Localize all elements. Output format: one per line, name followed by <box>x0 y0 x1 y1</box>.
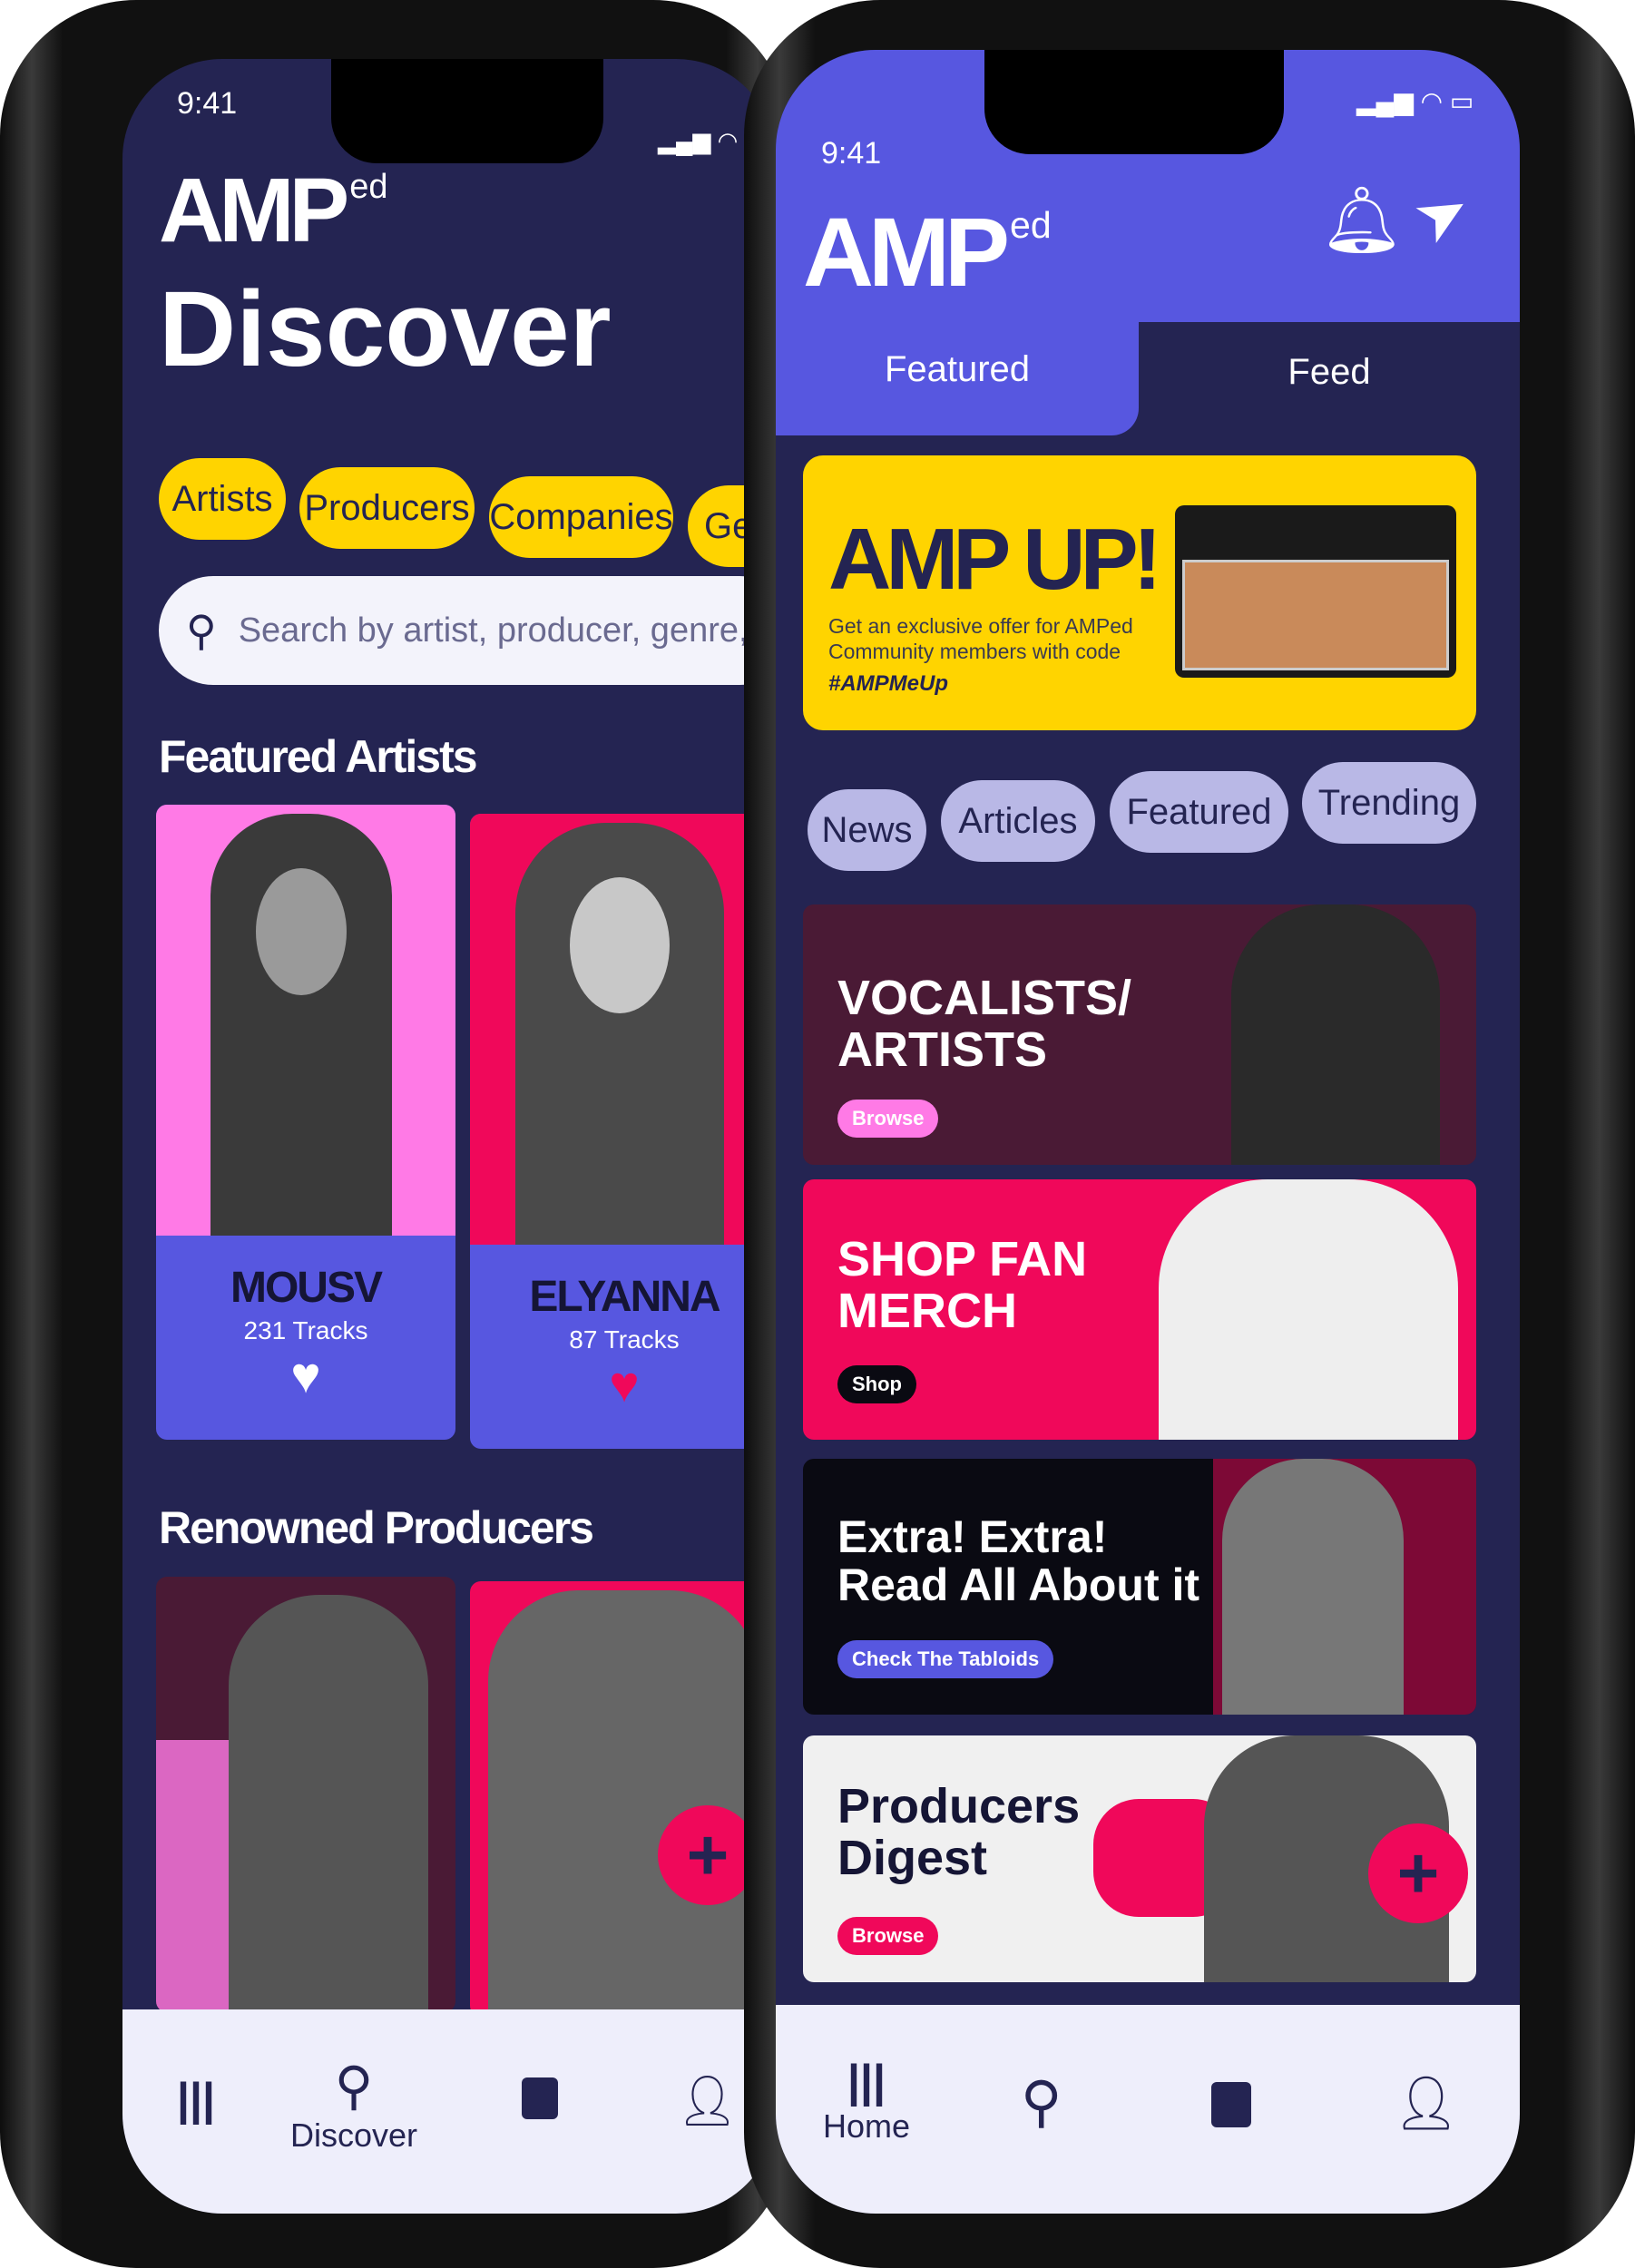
right-screen: Featured Feed 9:41 ▂▄▆ ◠ ▭ AMP ed 🔔︎ ➤ AM… <box>776 50 1520 2214</box>
nav-profile[interactable]: 👤︎ <box>1393 2073 1460 2135</box>
add-button[interactable]: + <box>658 1805 758 1905</box>
app-logo: AMP ed <box>803 197 1052 307</box>
user-icon: 👤︎ <box>1393 2074 1460 2133</box>
producer-card[interactable] <box>156 1577 455 2012</box>
promo-text: Get an exclusive offer for AMPed Communi… <box>828 614 1133 663</box>
bell-icon[interactable]: 🔔︎ <box>1320 181 1403 259</box>
renowned-producers-heading: Renowned Producers <box>159 1502 594 1553</box>
card-title: VOCALISTS/ <box>837 971 1132 1025</box>
nav-label: Home <box>822 2107 911 2145</box>
card-title: Read All About it <box>837 1559 1200 1610</box>
heart-icon[interactable]: ♥ <box>470 1354 776 1413</box>
search-icon: ⚲ <box>186 607 217 654</box>
nav-label: Discover <box>289 2116 418 2154</box>
card-title: SHOP FAN <box>837 1232 1088 1286</box>
tab-feed[interactable]: Feed <box>1139 322 1520 422</box>
user-icon: 👤︎ <box>676 2074 739 2128</box>
featured-artists-heading: Featured Artists <box>159 731 478 782</box>
bottom-nav: ||| ⚲ Discover 👤︎ <box>122 2009 776 2214</box>
track-count: 87 Tracks <box>569 1325 680 1354</box>
artist-photo <box>470 814 776 1245</box>
track-count: 231 Tracks <box>243 1316 368 1344</box>
library-icon: ||| <box>847 2056 886 2107</box>
left-screen: 9:41 ▂▄▆ ◠ ▭ AMP ed Discover Artists Prod… <box>122 59 776 2214</box>
heart-icon[interactable]: ♥ <box>156 1345 455 1404</box>
nav-home[interactable]: ||| Home <box>812 2055 921 2146</box>
browse-button[interactable]: Browse <box>837 1917 939 1955</box>
search-icon: ⚲ <box>1021 2071 1062 2134</box>
bottom-nav: ||| Home ⚲ 👤︎ <box>776 2005 1520 2214</box>
nav-search[interactable]: ⚲ <box>1021 2068 1062 2135</box>
chip-companies[interactable]: Companies <box>489 476 673 558</box>
card-title: Producers <box>837 1779 1081 1833</box>
vocalists-card[interactable]: VOCALISTS/ ARTISTS Browse <box>803 904 1476 1165</box>
chip-featured[interactable]: Featured <box>1110 771 1288 853</box>
search-icon: ⚲ <box>334 2057 374 2116</box>
card-title: ARTISTS <box>837 1022 1048 1077</box>
tab-featured[interactable]: Featured <box>776 304 1139 435</box>
library-icon: ||| <box>177 2074 215 2125</box>
chip-news[interactable]: News <box>808 789 926 871</box>
card-title: MERCH <box>837 1283 1017 1338</box>
status-time: 9:41 <box>177 86 238 121</box>
chip-trending[interactable]: Trending <box>1302 762 1476 844</box>
tabloids-card[interactable]: Extra! Extra! Read All About it Check Th… <box>803 1459 1476 1715</box>
promo-code: #AMPMeUp <box>828 671 949 696</box>
notch <box>331 59 603 163</box>
artist-photo <box>156 805 455 1236</box>
add-button[interactable]: + <box>1368 1823 1468 1923</box>
card-title: Extra! Extra! <box>837 1511 1108 1562</box>
browse-button[interactable]: Browse <box>837 1100 939 1138</box>
nav-shop[interactable] <box>522 2077 558 2119</box>
notch <box>984 50 1284 154</box>
chip-articles[interactable]: Articles <box>941 780 1095 862</box>
nav-discover[interactable]: ⚲ Discover <box>250 2055 458 2155</box>
check-tabloids-button[interactable]: Check The Tabloids <box>837 1640 1054 1678</box>
artist-name: ELYANNA <box>529 1273 720 1321</box>
search-input[interactable]: ⚲ Search by artist, producer, genre, ... <box>159 576 776 685</box>
status-icons: ▂▄▆ ◠ ▭ <box>1356 87 1474 115</box>
nav-library[interactable]: ||| <box>177 2073 215 2126</box>
promo-banner[interactable]: AMP UP! Get an exclusive offer for AMPed… <box>803 455 1476 730</box>
nav-shop[interactable] <box>1211 2082 1251 2127</box>
chip-artists[interactable]: Artists <box>159 458 286 540</box>
bag-icon <box>522 2077 558 2119</box>
page-title: Discover <box>159 269 612 389</box>
shop-merch-card[interactable]: SHOP FAN MERCH Shop <box>803 1179 1476 1440</box>
artist-name: MOUSV <box>230 1264 383 1312</box>
bag-icon <box>1211 2082 1251 2127</box>
promo-title: AMP UP! <box>828 511 1162 608</box>
chip-producers[interactable]: Producers <box>299 467 475 549</box>
search-placeholder: Search by artist, producer, genre, ... <box>238 611 776 650</box>
artist-card[interactable]: ELYANNA 87 Tracks ♥ <box>470 814 776 1449</box>
app-logo: AMP ed <box>159 160 388 261</box>
card-title: Digest <box>837 1830 988 1885</box>
shop-button[interactable]: Shop <box>837 1365 916 1403</box>
amplifier-image <box>1175 505 1456 678</box>
nav-profile[interactable]: 👤︎ <box>676 2073 739 2130</box>
status-time: 9:41 <box>821 136 882 171</box>
artist-card[interactable]: MOUSV 231 Tracks ♥ <box>156 805 455 1440</box>
producer-card[interactable] <box>470 1581 776 2017</box>
